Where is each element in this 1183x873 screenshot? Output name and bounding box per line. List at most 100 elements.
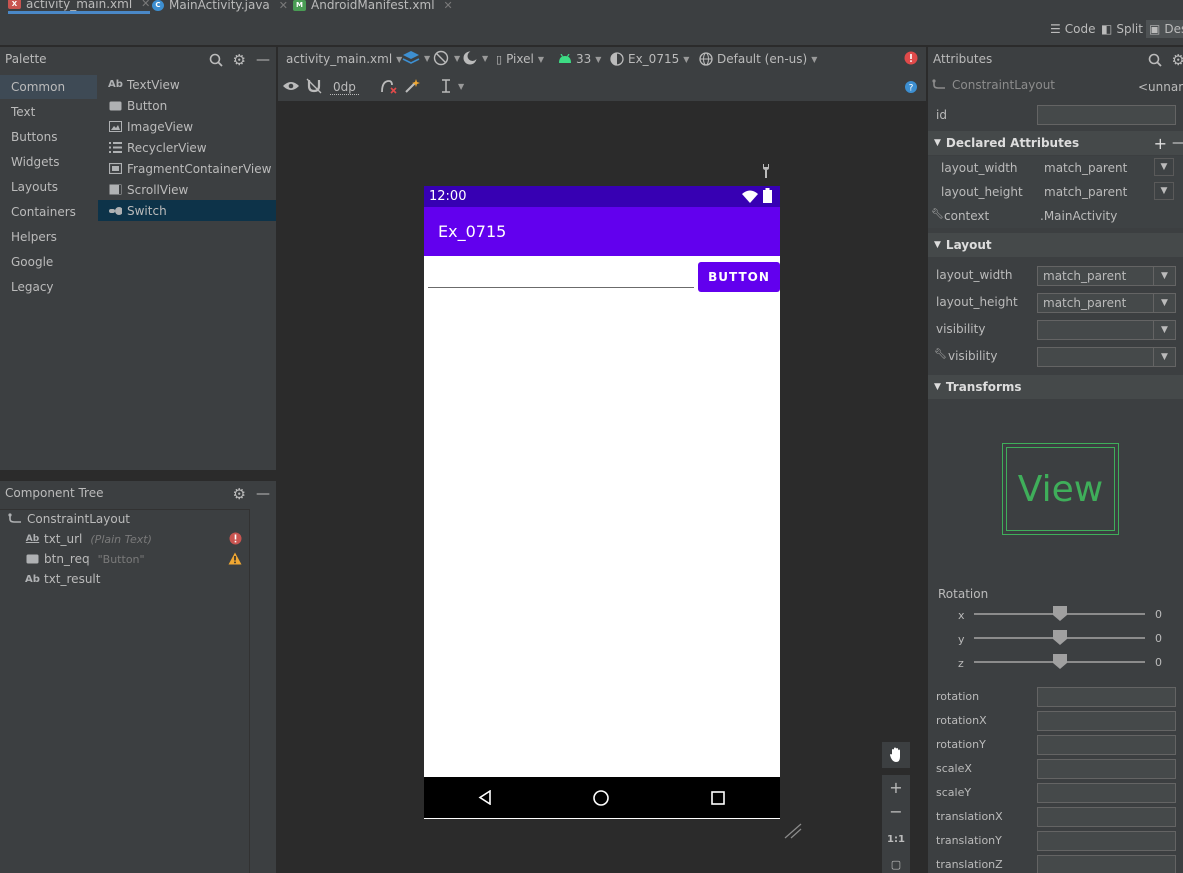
- search-icon[interactable]: [209, 53, 223, 67]
- component-button[interactable]: Button: [98, 95, 276, 116]
- tree-item-btn-req[interactable]: btn_req "Button": [26, 549, 246, 569]
- id-field[interactable]: [1037, 105, 1176, 125]
- zoom-in-button[interactable]: +: [889, 775, 902, 801]
- design-canvas[interactable]: activity_main.xml ▼ ▼ ▼ ▼ ▯ Pixel ▼ 33 ▼ Ex…: [278, 47, 926, 873]
- minimize-icon[interactable]: —: [256, 486, 270, 502]
- category-helpers[interactable]: Helpers: [0, 225, 97, 249]
- search-icon[interactable]: [1148, 53, 1162, 67]
- chevron-down-icon[interactable]: ▼: [1154, 182, 1174, 200]
- minimize-icon[interactable]: —: [256, 52, 270, 68]
- close-icon[interactable]: ✕: [141, 0, 150, 10]
- dropdown-value: match_parent: [1043, 269, 1127, 283]
- category-common[interactable]: Common: [0, 75, 97, 99]
- home-icon[interactable]: [593, 790, 609, 806]
- clear-constraints-button[interactable]: [380, 78, 398, 94]
- view-options-button[interactable]: [282, 80, 300, 92]
- scale-y-field[interactable]: [1037, 783, 1176, 803]
- tree-item-txt-result[interactable]: Ab txt_result: [25, 569, 100, 589]
- pan-button[interactable]: [882, 742, 910, 768]
- scale-x-field[interactable]: [1037, 759, 1176, 779]
- layout-section[interactable]: ▼ Layout: [928, 233, 1183, 257]
- transforms-section[interactable]: ▼ Transforms: [928, 375, 1183, 399]
- autoconnect-toggle[interactable]: [306, 78, 322, 94]
- category-google[interactable]: Google: [0, 250, 97, 274]
- slider-thumb-icon[interactable]: [1053, 630, 1067, 645]
- attr-value[interactable]: match_parent: [1044, 185, 1127, 199]
- gear-icon[interactable]: ⚙: [233, 51, 246, 69]
- component-scrollview[interactable]: ScrollView: [98, 179, 276, 200]
- wrench-icon: 🔧︎: [934, 349, 947, 360]
- component-switch[interactable]: Switch: [98, 200, 276, 221]
- slider-thumb-icon[interactable]: [1053, 654, 1067, 669]
- attr-value[interactable]: match_parent: [1044, 161, 1127, 175]
- category-layouts[interactable]: Layouts: [0, 175, 97, 199]
- device-label: Pixel: [506, 52, 534, 66]
- wrench-icon[interactable]: [760, 163, 772, 179]
- layout-width-dropdown[interactable]: match_parent ▼: [1037, 266, 1176, 286]
- resize-handle-icon[interactable]: [783, 822, 803, 840]
- default-margin-selector[interactable]: 0dp: [330, 80, 359, 95]
- rotation-field[interactable]: [1037, 687, 1176, 707]
- orientation-button[interactable]: ▼: [432, 50, 460, 66]
- add-icon[interactable]: +: [1154, 134, 1167, 153]
- attr-value[interactable]: .MainActivity: [1040, 209, 1117, 223]
- split-mode-button[interactable]: ◧ Split: [1101, 22, 1143, 36]
- component-fragmentcontainerview[interactable]: FragmentContainerView: [98, 158, 276, 179]
- tab-activity-main[interactable]: X activity_main.xml ✕: [8, 0, 151, 14]
- tree-item-constraintlayout[interactable]: ConstraintLayout: [8, 509, 130, 529]
- error-icon[interactable]: [229, 532, 242, 545]
- remove-icon[interactable]: —: [1172, 135, 1183, 151]
- phone-preview[interactable]: 12:00 Ex_0715 BUTTON: [424, 186, 780, 819]
- category-legacy[interactable]: Legacy: [0, 275, 97, 299]
- component-tree-title: Component Tree: [5, 486, 104, 500]
- code-mode-button[interactable]: ☰ Code: [1050, 22, 1096, 36]
- design-surface-button[interactable]: ▼: [402, 50, 430, 66]
- warning-icon[interactable]: [228, 552, 242, 565]
- file-selector[interactable]: activity_main.xml ▼: [286, 52, 402, 66]
- infer-constraints-button[interactable]: [404, 78, 420, 94]
- slider-thumb-icon[interactable]: [1053, 606, 1067, 621]
- chevron-down-icon[interactable]: ▼: [1154, 158, 1174, 176]
- translation-y-field[interactable]: [1037, 831, 1176, 851]
- gear-icon[interactable]: ⚙: [1172, 51, 1183, 69]
- help-icon[interactable]: ?: [905, 81, 917, 93]
- rotation-y-field[interactable]: [1037, 735, 1176, 755]
- close-icon[interactable]: ✕: [444, 0, 453, 12]
- tools-visibility-dropdown[interactable]: ▼: [1037, 347, 1176, 367]
- theme-selector[interactable]: Ex_0715 ▼: [610, 52, 689, 66]
- category-widgets[interactable]: Widgets: [0, 150, 97, 174]
- back-icon[interactable]: [478, 790, 492, 805]
- device-selector[interactable]: ▯ Pixel ▼: [496, 52, 544, 66]
- component-imageview[interactable]: ImageView: [98, 116, 276, 137]
- translation-x-field[interactable]: [1037, 807, 1176, 827]
- category-containers[interactable]: Containers: [0, 200, 97, 224]
- night-mode-button[interactable]: ▼: [462, 50, 488, 66]
- locale-selector[interactable]: Default (en-us) ▼: [699, 52, 817, 66]
- url-edit-text[interactable]: [428, 264, 694, 288]
- design-mode-button[interactable]: ▣ Des: [1146, 20, 1183, 38]
- close-icon[interactable]: ✕: [279, 0, 288, 12]
- layout-height-dropdown[interactable]: match_parent ▼: [1037, 293, 1176, 313]
- category-text[interactable]: Text: [0, 100, 97, 124]
- gear-icon[interactable]: ⚙: [233, 485, 246, 503]
- zoom-fit-button[interactable]: ▢: [891, 853, 901, 873]
- tab-main-activity[interactable]: C MainActivity.java ✕: [152, 0, 288, 14]
- request-button[interactable]: BUTTON: [698, 262, 780, 292]
- tab-android-manifest[interactable]: M AndroidManifest.xml ✕: [293, 0, 453, 14]
- zoom-actual-size-button[interactable]: 1:1: [887, 827, 905, 853]
- translation-z-field[interactable]: [1037, 855, 1176, 873]
- align-button[interactable]: ▼: [438, 78, 464, 94]
- recents-icon[interactable]: [711, 791, 725, 805]
- tree-item-txt-url[interactable]: Ab txt_url (Plain Text): [26, 529, 246, 549]
- component-recyclerview[interactable]: RecyclerView: [98, 137, 276, 158]
- rotation-x-field[interactable]: [1037, 711, 1176, 731]
- api-level-selector[interactable]: 33 ▼: [558, 52, 601, 66]
- category-buttons[interactable]: Buttons: [0, 125, 97, 149]
- visibility-dropdown[interactable]: ▼: [1037, 320, 1176, 340]
- component-textview[interactable]: Ab TextView: [98, 74, 276, 95]
- tree-scrollbar-track[interactable]: [249, 509, 250, 873]
- error-icon[interactable]: [904, 51, 918, 65]
- magic-wand-icon: [405, 79, 420, 93]
- declared-attributes-section[interactable]: ▼ Declared Attributes + —: [928, 131, 1183, 155]
- zoom-out-button[interactable]: −: [889, 801, 902, 827]
